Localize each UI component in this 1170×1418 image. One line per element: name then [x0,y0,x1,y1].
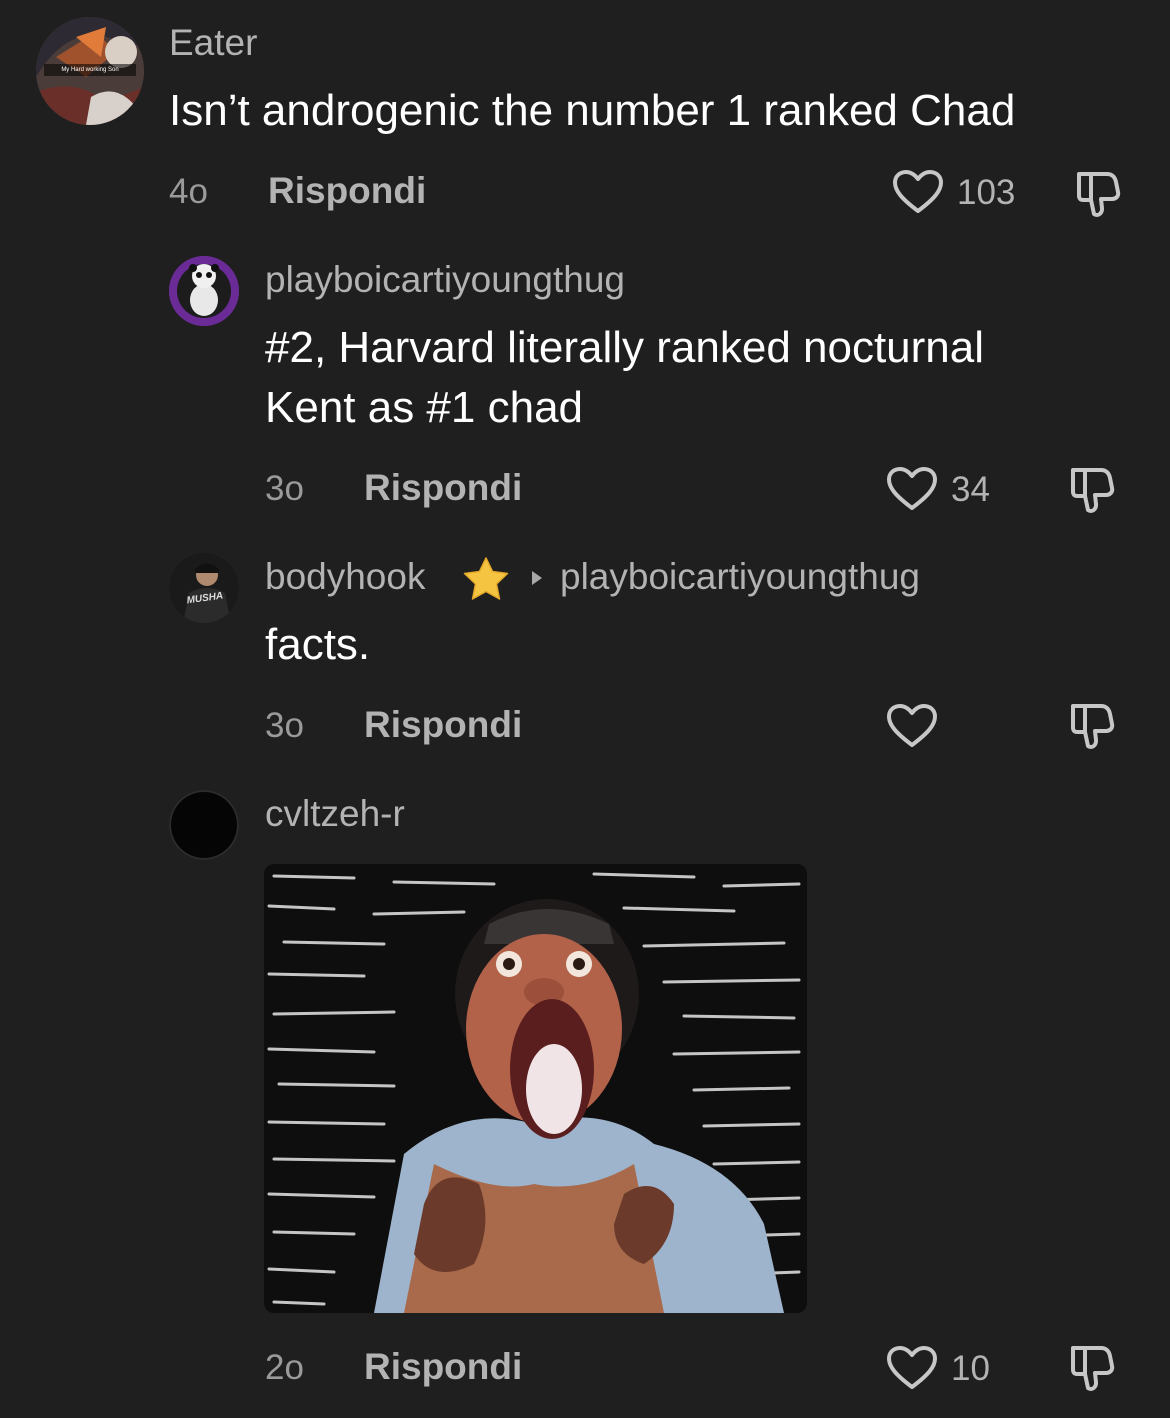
comment-text-line-2: Kent as #1 chad [265,383,584,432]
avatar[interactable]: My Hard working Son [36,17,144,125]
avatar-caption: My Hard working Son [61,67,119,73]
gif-image [264,864,807,1313]
reply-to-username[interactable]: playboicartiyoungthug [560,555,920,599]
heart-outline-icon[interactable] [886,466,938,512]
thumbs-down-icon[interactable] [1065,464,1117,516]
comment-gif-image[interactable] [264,864,807,1313]
comment-text: Isn’t androgenic the number 1 ranked Cha… [169,86,1016,135]
comment-username[interactable]: Eater [169,21,257,65]
comment-text-line-1: #2, Harvard literally ranked nocturnal [265,323,985,372]
reply-button[interactable]: Rispondi [364,705,522,745]
comment-age: 2o [265,1348,304,1387]
avatar[interactable] [169,790,239,860]
comment-age: 3o [265,706,304,745]
reply-button[interactable]: Rispondi [364,1347,522,1387]
comment-age: 3o [265,469,304,508]
avatar[interactable]: MUSHA [169,553,239,623]
like-count: 103 [957,173,1016,212]
comment-username[interactable]: playboicartiyoungthug [265,258,625,302]
star-icon [463,557,509,600]
heart-outline-icon[interactable] [886,1345,938,1391]
thumbs-down-icon[interactable] [1065,1342,1117,1394]
triangle-right-icon [532,571,542,585]
heart-outline-icon[interactable] [886,703,938,749]
reply-button[interactable]: Rispondi [364,468,522,508]
comments-thread: My Hard working Son Eater Isn’t androgen… [0,0,1170,1418]
like-count: 10 [951,1349,990,1388]
avatar-image [169,256,239,326]
comment-text: facts. [265,620,371,669]
heart-outline-icon[interactable] [892,169,944,215]
comment-username[interactable]: bodyhook [265,555,425,599]
like-count: 34 [951,470,990,509]
thumbs-down-icon[interactable] [1065,700,1117,752]
comment-age: 4o [169,172,208,211]
avatar[interactable] [169,256,239,326]
reply-button[interactable]: Rispondi [268,171,426,211]
comment-username[interactable]: cvltzeh-r [265,792,405,836]
thumbs-down-icon[interactable] [1071,168,1123,220]
